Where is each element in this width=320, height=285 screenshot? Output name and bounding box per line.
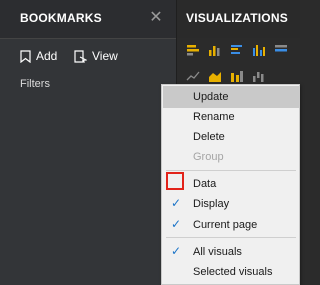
menu-item-update[interactable]: Update (163, 86, 299, 108)
percent-bar-chart-icon[interactable] (274, 44, 288, 56)
add-bookmark-button[interactable]: Add (20, 47, 57, 65)
bookmarks-pane: BOOKMARKS ✕ Add View Filters (0, 0, 177, 285)
line-chart-icon[interactable] (186, 70, 200, 82)
menu-item-all-visuals[interactable]: ✓ All visuals (163, 241, 299, 263)
bookmarks-title: BOOKMARKS (20, 11, 102, 25)
check-icon: ✓ (171, 244, 182, 258)
view-label: View (92, 49, 118, 63)
bookmarks-toolbar: Add View (0, 40, 176, 70)
menu-item-label: Rename (193, 111, 235, 123)
menu-item-group: Group (163, 146, 299, 168)
menu-item-current-page[interactable]: ✓ Current page (163, 214, 299, 236)
visualizations-title: VISUALIZATIONS (186, 11, 288, 25)
menu-item-label: All visuals (193, 246, 242, 258)
stacked-bar-chart-icon[interactable] (186, 44, 200, 56)
annotation-highlight-box (166, 172, 184, 190)
menu-separator (166, 237, 296, 238)
waterfall-chart-icon[interactable] (252, 70, 266, 82)
ribbon-chart-icon[interactable] (230, 70, 244, 82)
menu-item-label: Group (193, 151, 224, 163)
menu-item-label: Update (193, 91, 229, 103)
clustered-bar-chart-icon[interactable] (230, 44, 244, 56)
filters-bookmark-item[interactable]: Filters (20, 78, 50, 90)
area-chart-icon[interactable] (208, 70, 222, 82)
menu-item-delete[interactable]: Delete (163, 126, 299, 148)
clustered-column-chart-icon[interactable] (252, 44, 266, 56)
visualizations-header: VISUALIZATIONS (177, 0, 300, 38)
stacked-column-chart-icon[interactable] (208, 44, 222, 56)
menu-item-label: Selected visuals (193, 266, 273, 278)
bookmarks-header: BOOKMARKS ✕ (0, 0, 176, 39)
menu-item-rename[interactable]: Rename (163, 106, 299, 128)
check-icon: ✓ (171, 196, 182, 210)
add-label: Add (36, 49, 58, 63)
close-icon[interactable]: ✕ (148, 9, 164, 25)
menu-separator (166, 170, 296, 171)
menu-item-selected-visuals[interactable]: Selected visuals (163, 261, 299, 283)
bookmark-add-icon (20, 49, 31, 63)
check-icon: ✓ (171, 217, 182, 231)
menu-item-display[interactable]: ✓ Display (163, 193, 299, 215)
view-icon (74, 49, 87, 63)
menu-item-label: Current page (193, 219, 258, 231)
view-button[interactable]: View (74, 47, 118, 65)
menu-item-label: Delete (193, 131, 225, 143)
menu-item-label: Display (193, 198, 230, 210)
menu-item-label: Data (193, 178, 217, 190)
